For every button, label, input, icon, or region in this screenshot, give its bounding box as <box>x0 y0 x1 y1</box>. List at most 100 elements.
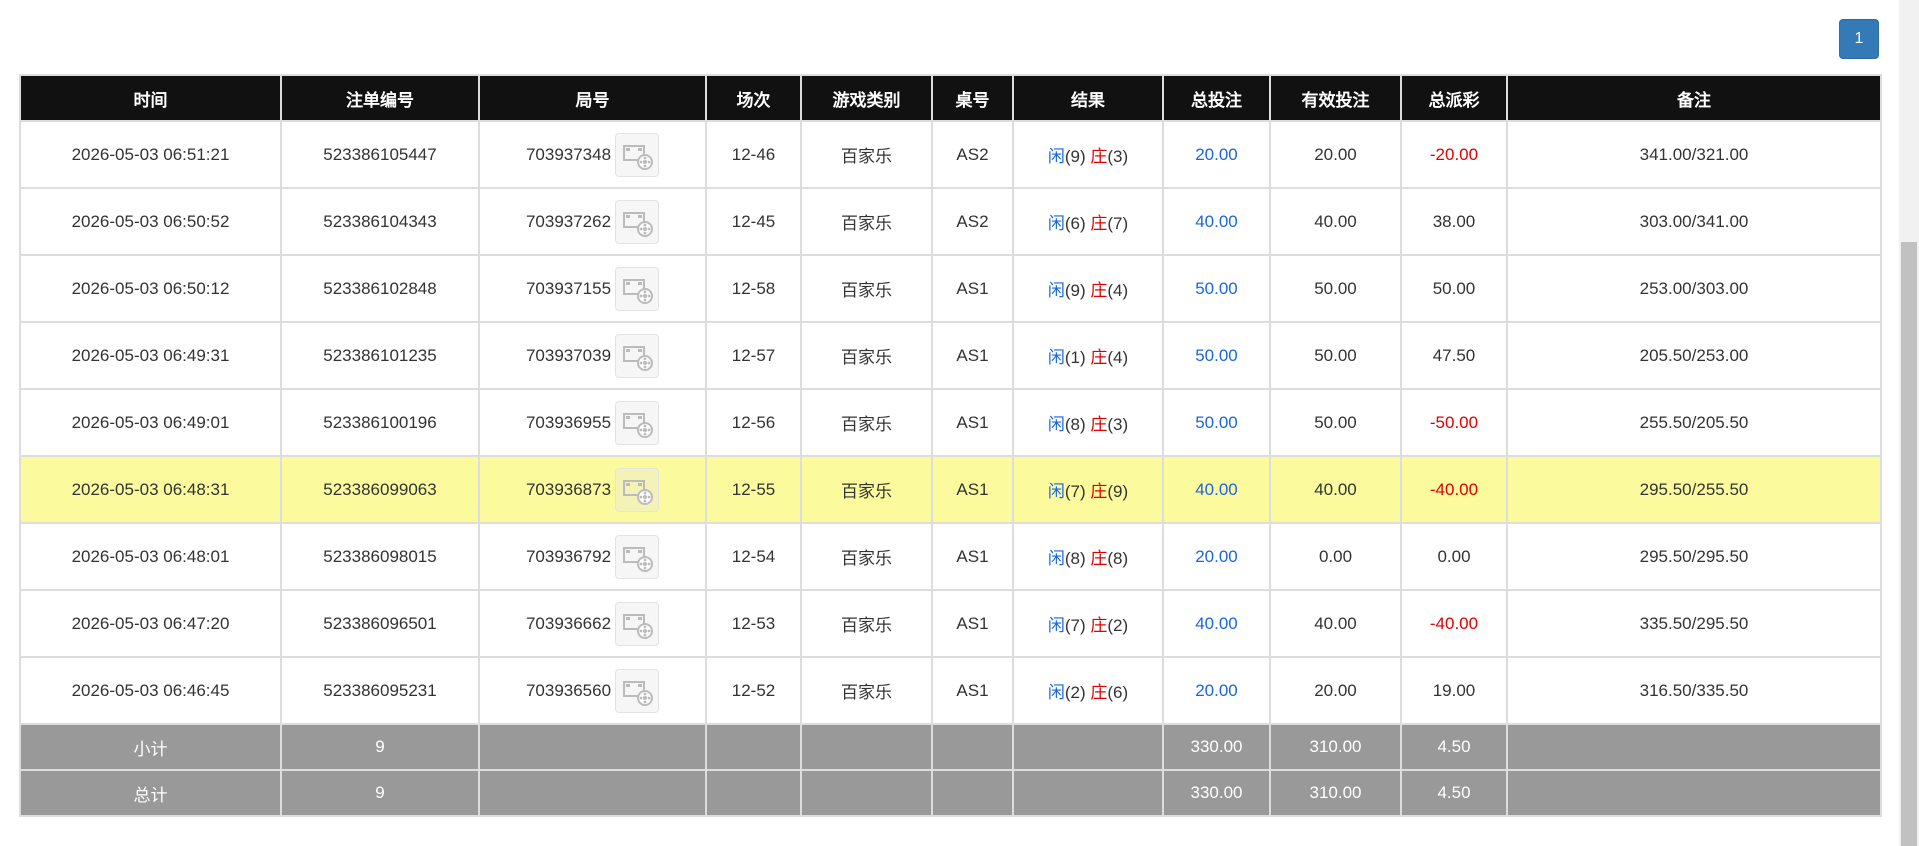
player-score: (7) <box>1064 616 1086 635</box>
cell-table-no: AS1 <box>931 522 1014 591</box>
table-row: 2026-05-03 06:48:31 523386099063 703936873… <box>19 455 1882 524</box>
cell-result: 闲(8) 庄(8) <box>1012 522 1164 591</box>
player-label: 闲 <box>1047 683 1065 702</box>
table-row: 2026-05-03 06:50:12 523386102848 703937155… <box>19 254 1882 323</box>
header-game-type: 游戏类别 <box>800 74 933 122</box>
cell-result: 闲(9) 庄(4) <box>1012 254 1164 323</box>
player-label: 闲 <box>1047 147 1065 166</box>
player-score: (8) <box>1064 549 1086 568</box>
cell-valid-bet: 50.00 <box>1269 321 1402 390</box>
cell-session: 12-57 <box>705 321 802 390</box>
cell-payout: 0.00 <box>1400 522 1508 591</box>
cell-total-bet: 40.00 <box>1162 589 1271 658</box>
cell-round: 703936873 <box>525 479 612 499</box>
banker-score: (4) <box>1107 281 1129 300</box>
banker-score: (9) <box>1107 482 1129 501</box>
cell-time: 2026-05-03 06:48:01 <box>19 522 282 591</box>
cell-round: 703937262 <box>525 211 612 231</box>
banker-label: 庄 <box>1090 415 1108 434</box>
cell-time: 2026-05-03 06:49:31 <box>19 321 282 390</box>
subtotal-label: 小计 <box>19 723 282 771</box>
video-replay-icon[interactable] <box>615 668 660 713</box>
cell-bet-id: 523386102848 <box>280 254 480 323</box>
cell-time: 2026-05-03 06:48:31 <box>19 455 282 524</box>
cell-table-no: AS1 <box>931 254 1014 323</box>
video-replay-icon[interactable] <box>615 266 660 311</box>
player-score: (7) <box>1064 482 1086 501</box>
table-row: 2026-05-03 06:48:01 523386098015 703936792… <box>19 522 1882 591</box>
cell-table-no: AS2 <box>931 120 1014 189</box>
cell-valid-bet: 20.00 <box>1269 656 1402 725</box>
cell-note: 341.00/321.00 <box>1506 120 1882 189</box>
banker-score: (6) <box>1107 683 1129 702</box>
video-replay-icon[interactable] <box>615 534 660 579</box>
player-score: (6) <box>1064 214 1086 233</box>
cell-valid-bet: 50.00 <box>1269 254 1402 323</box>
video-replay-icon[interactable] <box>615 199 660 244</box>
table-row: 2026-05-03 06:50:52 523386104343 703937262… <box>19 187 1882 256</box>
header-session: 场次 <box>705 74 802 122</box>
cell-total-bet: 50.00 <box>1162 254 1271 323</box>
grand-total-valid-bet: 310.00 <box>1269 769 1402 817</box>
cell-session: 12-58 <box>705 254 802 323</box>
banker-label: 庄 <box>1090 348 1108 367</box>
player-label: 闲 <box>1047 616 1065 635</box>
cell-game-type: 百家乐 <box>800 388 933 457</box>
cell-time: 2026-05-03 06:46:45 <box>19 656 282 725</box>
banker-label: 庄 <box>1090 281 1108 300</box>
player-score: (1) <box>1064 348 1086 367</box>
header-total-payout: 总派彩 <box>1400 74 1508 122</box>
header-result: 结果 <box>1012 74 1164 122</box>
video-replay-icon[interactable] <box>615 601 660 646</box>
cell-payout: 38.00 <box>1400 187 1508 256</box>
header-table-no: 桌号 <box>931 74 1014 122</box>
player-label: 闲 <box>1047 281 1065 300</box>
grand-total-label: 总计 <box>19 769 282 817</box>
scrollbar-thumb[interactable] <box>1901 242 1917 846</box>
video-replay-icon[interactable] <box>615 400 660 445</box>
header-total-bet: 总投注 <box>1162 74 1271 122</box>
cell-result: 闲(7) 庄(9) <box>1012 455 1164 524</box>
video-replay-icon[interactable] <box>615 333 660 378</box>
banker-label: 庄 <box>1090 616 1108 635</box>
cell-total-bet: 50.00 <box>1162 321 1271 390</box>
cell-bet-id: 523386104343 <box>280 187 480 256</box>
cell-total-bet: 20.00 <box>1162 656 1271 725</box>
cell-note: 303.00/341.00 <box>1506 187 1882 256</box>
cell-table-no: AS1 <box>931 656 1014 725</box>
banker-score: (7) <box>1107 214 1129 233</box>
player-score: (2) <box>1064 683 1086 702</box>
cell-note: 316.50/335.50 <box>1506 656 1882 725</box>
cell-round: 703937039 <box>525 345 612 365</box>
cell-bet-id: 523386101235 <box>280 321 480 390</box>
cell-valid-bet: 50.00 <box>1269 388 1402 457</box>
cell-note: 205.50/253.00 <box>1506 321 1882 390</box>
table-row: 2026-05-03 06:49:01 523386100196 703936955… <box>19 388 1882 457</box>
subtotal-total-bet: 330.00 <box>1162 723 1271 771</box>
cell-round: 703936792 <box>525 546 612 566</box>
pagination-page-1-button[interactable]: 1 <box>1839 19 1879 59</box>
cell-payout: -20.00 <box>1400 120 1508 189</box>
cell-session: 12-52 <box>705 656 802 725</box>
cell-bet-id: 523386099063 <box>280 455 480 524</box>
banker-score: (3) <box>1107 415 1129 434</box>
banker-score: (2) <box>1107 616 1129 635</box>
cell-round: 703937155 <box>525 278 612 298</box>
banker-label: 庄 <box>1090 549 1108 568</box>
cell-bet-id: 523386096501 <box>280 589 480 658</box>
player-label: 闲 <box>1047 415 1065 434</box>
table-row: 2026-05-03 06:51:21 523386105447 703937348… <box>19 120 1882 189</box>
cell-table-no: AS1 <box>931 589 1014 658</box>
cell-result: 闲(9) 庄(3) <box>1012 120 1164 189</box>
banker-label: 庄 <box>1090 683 1108 702</box>
vertical-scrollbar[interactable] <box>1899 0 1919 846</box>
cell-table-no: AS1 <box>931 388 1014 457</box>
banker-score: (8) <box>1107 549 1129 568</box>
video-replay-icon[interactable] <box>615 467 660 512</box>
subtotal-row: 小计 9 330.00 310.00 4.50 <box>19 723 1882 771</box>
cell-result: 闲(8) 庄(3) <box>1012 388 1164 457</box>
cell-game-type: 百家乐 <box>800 120 933 189</box>
table-header-row: 时间 注单编号 局号 场次 游戏类别 桌号 结果 总投注 有效投注 总派彩 备注 <box>19 74 1882 122</box>
cell-payout: 19.00 <box>1400 656 1508 725</box>
video-replay-icon[interactable] <box>615 132 660 177</box>
